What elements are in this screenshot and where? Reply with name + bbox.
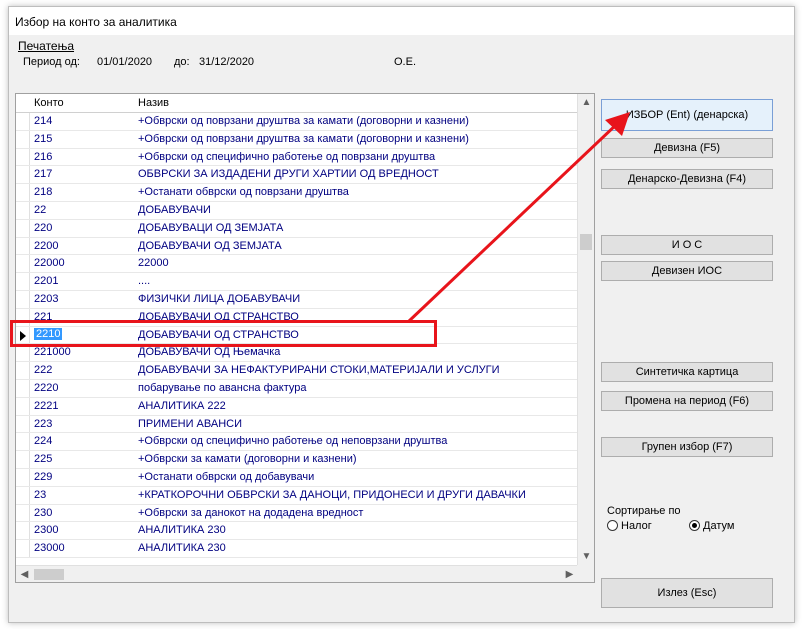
- annotation-arrow-icon: [406, 112, 630, 324]
